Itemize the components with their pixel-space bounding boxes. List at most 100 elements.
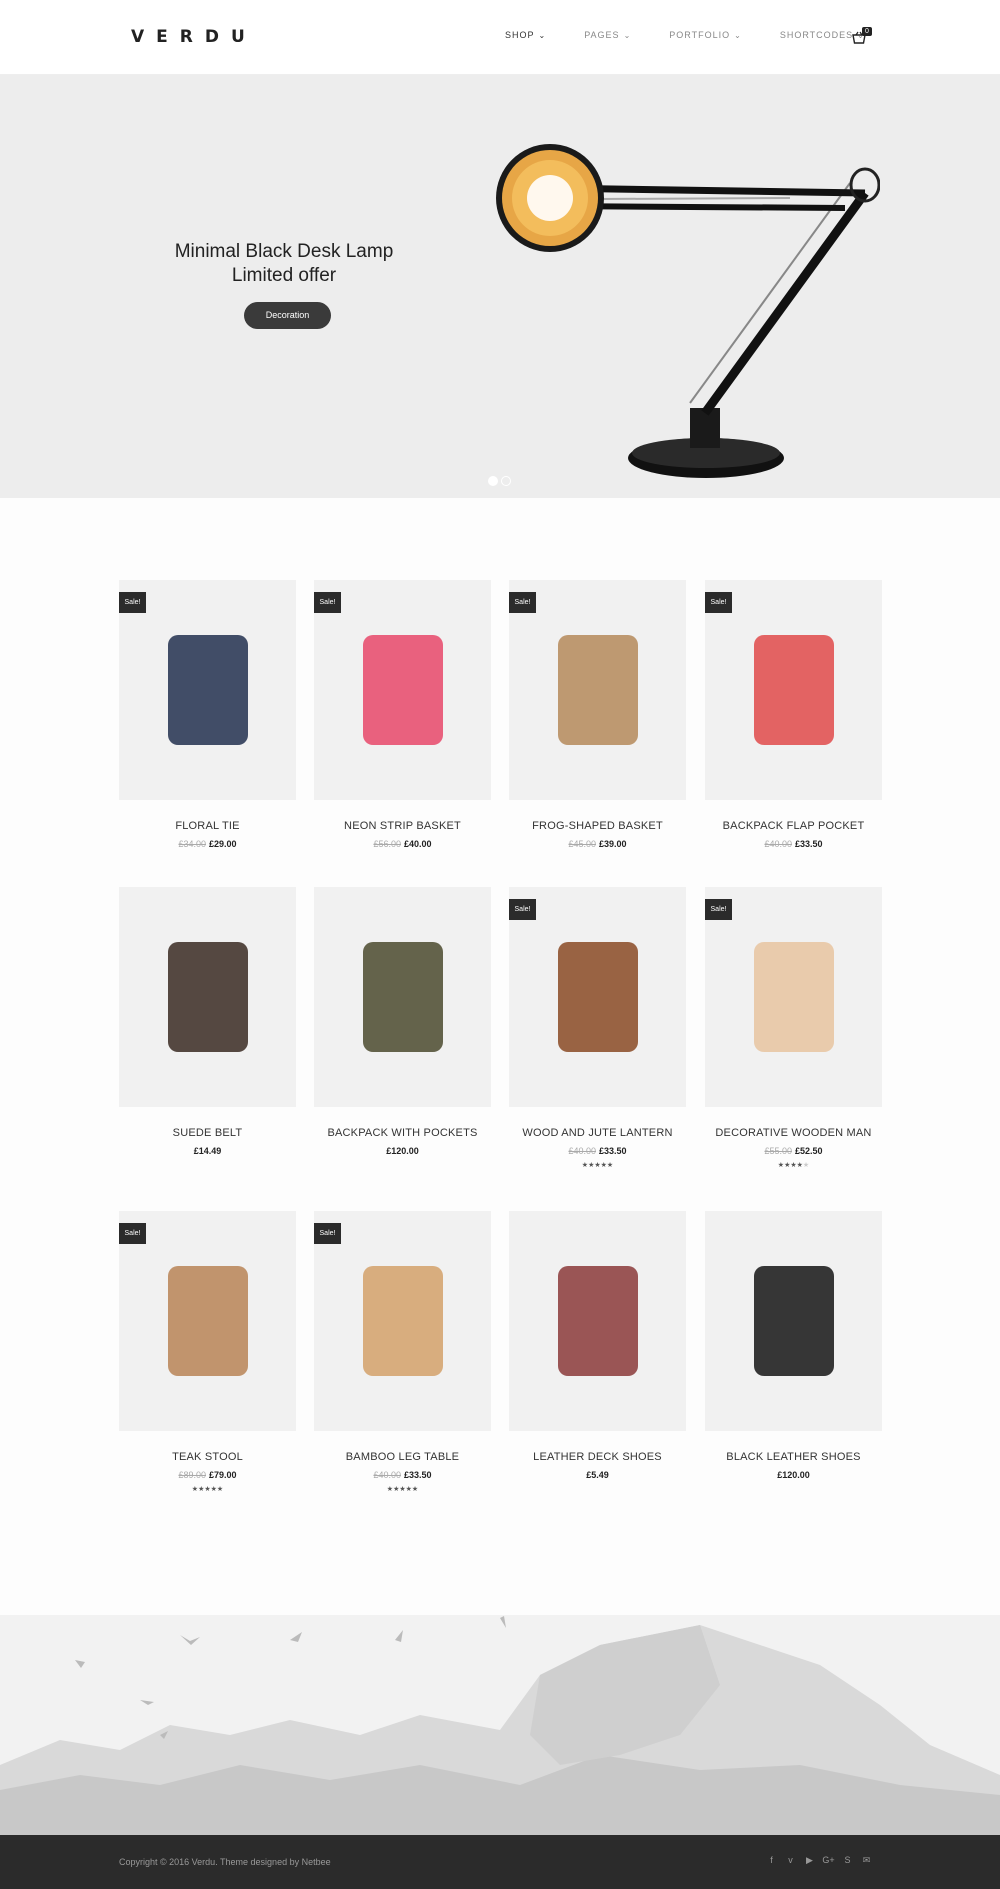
nav-item-pages[interactable]: PAGES ⌄ xyxy=(584,30,631,40)
site-header: VERDU SHOP ⌄ PAGES ⌄ PORTFOLIO ⌄ SHORTCODES… xyxy=(0,0,1000,75)
slider-dot-2[interactable] xyxy=(501,476,511,486)
product-image[interactable]: Sale! xyxy=(705,887,882,1107)
product-card[interactable]: Sale! DECORATIVE WOODEN MAN £55.00 £52.50 ★★… xyxy=(705,887,882,1169)
product-name[interactable]: BAMBOO LEG TABLE xyxy=(314,1451,491,1463)
star-rating: ★★★★★ xyxy=(119,1485,296,1493)
old-price: £40.00 xyxy=(568,1146,596,1156)
vimeo-icon[interactable]: v xyxy=(781,1855,800,1866)
product-art xyxy=(362,635,443,745)
product-card[interactable]: SUEDE BELT £14.49 xyxy=(119,887,296,1156)
star-icon: ★ xyxy=(606,1162,614,1169)
cart-count-badge: 0 xyxy=(862,27,872,36)
product-art xyxy=(557,635,638,745)
product-image[interactable] xyxy=(705,1211,882,1431)
product-price: £14.49 xyxy=(119,1146,296,1156)
current-price: £120.00 xyxy=(386,1146,419,1156)
current-price: £33.50 xyxy=(795,839,823,849)
decoration-button[interactable]: Decoration xyxy=(244,302,331,329)
site-footer: Copyright © 2016 Verdu. Theme designed b… xyxy=(0,1835,1000,1889)
current-price: £29.00 xyxy=(209,839,237,849)
hero-slider: Minimal Black Desk Lamp Limited offer De… xyxy=(0,75,1000,498)
product-price: £120.00 xyxy=(705,1470,882,1480)
product-image[interactable]: Sale! xyxy=(314,1211,491,1431)
sale-badge: Sale! xyxy=(705,899,732,920)
product-card[interactable]: Sale! NEON STRIP BASKET £56.00 £40.00 xyxy=(314,580,491,849)
product-name[interactable]: BACKPACK WITH POCKETS xyxy=(314,1127,491,1139)
sale-badge: Sale! xyxy=(314,1223,341,1244)
youtube-icon[interactable]: ▶ xyxy=(800,1855,819,1866)
star-icon: ★ xyxy=(411,1486,419,1493)
product-card[interactable]: BLACK LEATHER SHOES £120.00 xyxy=(705,1211,882,1480)
product-image[interactable]: Sale! xyxy=(509,580,686,800)
old-price: £40.00 xyxy=(764,839,792,849)
product-name[interactable]: LEATHER DECK SHOES xyxy=(509,1451,686,1463)
product-card[interactable]: Sale! WOOD AND JUTE LANTERN £40.00 £33.50 ★★… xyxy=(509,887,686,1169)
product-price: £40.00 £33.50 xyxy=(314,1470,491,1480)
google-plus-icon[interactable]: G+ xyxy=(819,1855,838,1866)
nav-item-portfolio[interactable]: PORTFOLIO ⌄ xyxy=(669,30,742,40)
product-name[interactable]: FLORAL TIE xyxy=(119,820,296,832)
nav-item-shop[interactable]: SHOP ⌄ xyxy=(505,30,546,40)
nav-label: PORTFOLIO xyxy=(669,30,731,40)
product-price: £5.49 xyxy=(509,1470,686,1480)
product-name[interactable]: FROG-SHAPED BASKET xyxy=(509,820,686,832)
product-card[interactable]: BACKPACK WITH POCKETS £120.00 xyxy=(314,887,491,1156)
product-price: £56.00 £40.00 xyxy=(314,839,491,849)
current-price: £14.49 xyxy=(193,1146,222,1156)
product-image[interactable] xyxy=(509,1211,686,1431)
product-name[interactable]: BLACK LEATHER SHOES xyxy=(705,1451,882,1463)
slider-dot-1[interactable] xyxy=(488,476,498,486)
mountain-illustration xyxy=(0,1615,1000,1835)
facebook-icon[interactable]: f xyxy=(762,1855,781,1866)
old-price: £45.00 xyxy=(568,839,596,849)
site-logo[interactable]: VERDU xyxy=(131,27,257,47)
product-image[interactable]: Sale! xyxy=(705,580,882,800)
skype-icon[interactable]: S xyxy=(838,1855,857,1866)
product-image[interactable]: Sale! xyxy=(119,580,296,800)
product-name[interactable]: SUEDE BELT xyxy=(119,1127,296,1139)
product-image[interactable] xyxy=(119,887,296,1107)
product-art xyxy=(753,1266,834,1376)
nav-label: PAGES xyxy=(584,30,620,40)
old-price: £55.00 xyxy=(764,1146,792,1156)
hero-subtitle-line: Limited offer xyxy=(231,265,337,286)
cart-button[interactable]: 0 xyxy=(852,27,874,46)
chevron-down-icon: ⌄ xyxy=(734,31,742,40)
product-image[interactable]: Sale! xyxy=(314,580,491,800)
product-art xyxy=(167,942,248,1052)
sale-badge: Sale! xyxy=(509,899,536,920)
product-image[interactable]: Sale! xyxy=(119,1211,296,1431)
product-art xyxy=(753,635,834,745)
old-price: £34.00 xyxy=(178,839,206,849)
chevron-down-icon: ⌄ xyxy=(538,31,547,40)
product-name[interactable]: WOOD AND JUTE LANTERN xyxy=(509,1127,686,1139)
product-name[interactable]: NEON STRIP BASKET xyxy=(314,820,491,832)
product-card[interactable]: Sale! BACKPACK FLAP POCKET £40.00 £33.50 xyxy=(705,580,882,849)
chevron-down-icon: ⌄ xyxy=(623,31,632,40)
star-rating: ★★★★★ xyxy=(314,1485,491,1493)
old-price: £89.00 xyxy=(178,1470,206,1480)
sale-badge: Sale! xyxy=(119,592,146,613)
product-card[interactable]: Sale! FLORAL TIE £34.00 £29.00 xyxy=(119,580,296,849)
hero-title: Minimal Black Desk Lamp Limited offer xyxy=(150,240,418,288)
product-card[interactable]: LEATHER DECK SHOES £5.49 xyxy=(509,1211,686,1480)
product-card[interactable]: Sale! BAMBOO LEG TABLE £40.00 £33.50 ★★★★★ xyxy=(314,1211,491,1493)
product-price: £40.00 £33.50 xyxy=(509,1146,686,1156)
product-card[interactable]: Sale! TEAK STOOL £89.00 £79.00 ★★★★★ xyxy=(119,1211,296,1493)
mail-icon[interactable]: ✉ xyxy=(857,1855,876,1866)
product-image[interactable] xyxy=(314,887,491,1107)
product-name[interactable]: DECORATIVE WOODEN MAN xyxy=(705,1127,882,1139)
hero-title-line: Minimal Black Desk Lamp xyxy=(174,241,394,262)
current-price: £5.49 xyxy=(586,1470,609,1480)
product-image[interactable]: Sale! xyxy=(509,887,686,1107)
product-art xyxy=(167,1266,248,1376)
current-price: £79.00 xyxy=(209,1470,237,1480)
product-name[interactable]: BACKPACK FLAP POCKET xyxy=(705,820,882,832)
sale-badge: Sale! xyxy=(119,1223,146,1244)
sale-badge: Sale! xyxy=(705,592,732,613)
product-name[interactable]: TEAK STOOL xyxy=(119,1451,296,1463)
product-card[interactable]: Sale! FROG-SHAPED BASKET £45.00 £39.00 xyxy=(509,580,686,849)
star-icon: ★ xyxy=(216,1486,224,1493)
star-rating: ★★★★★ xyxy=(705,1161,882,1169)
product-art xyxy=(167,635,248,745)
